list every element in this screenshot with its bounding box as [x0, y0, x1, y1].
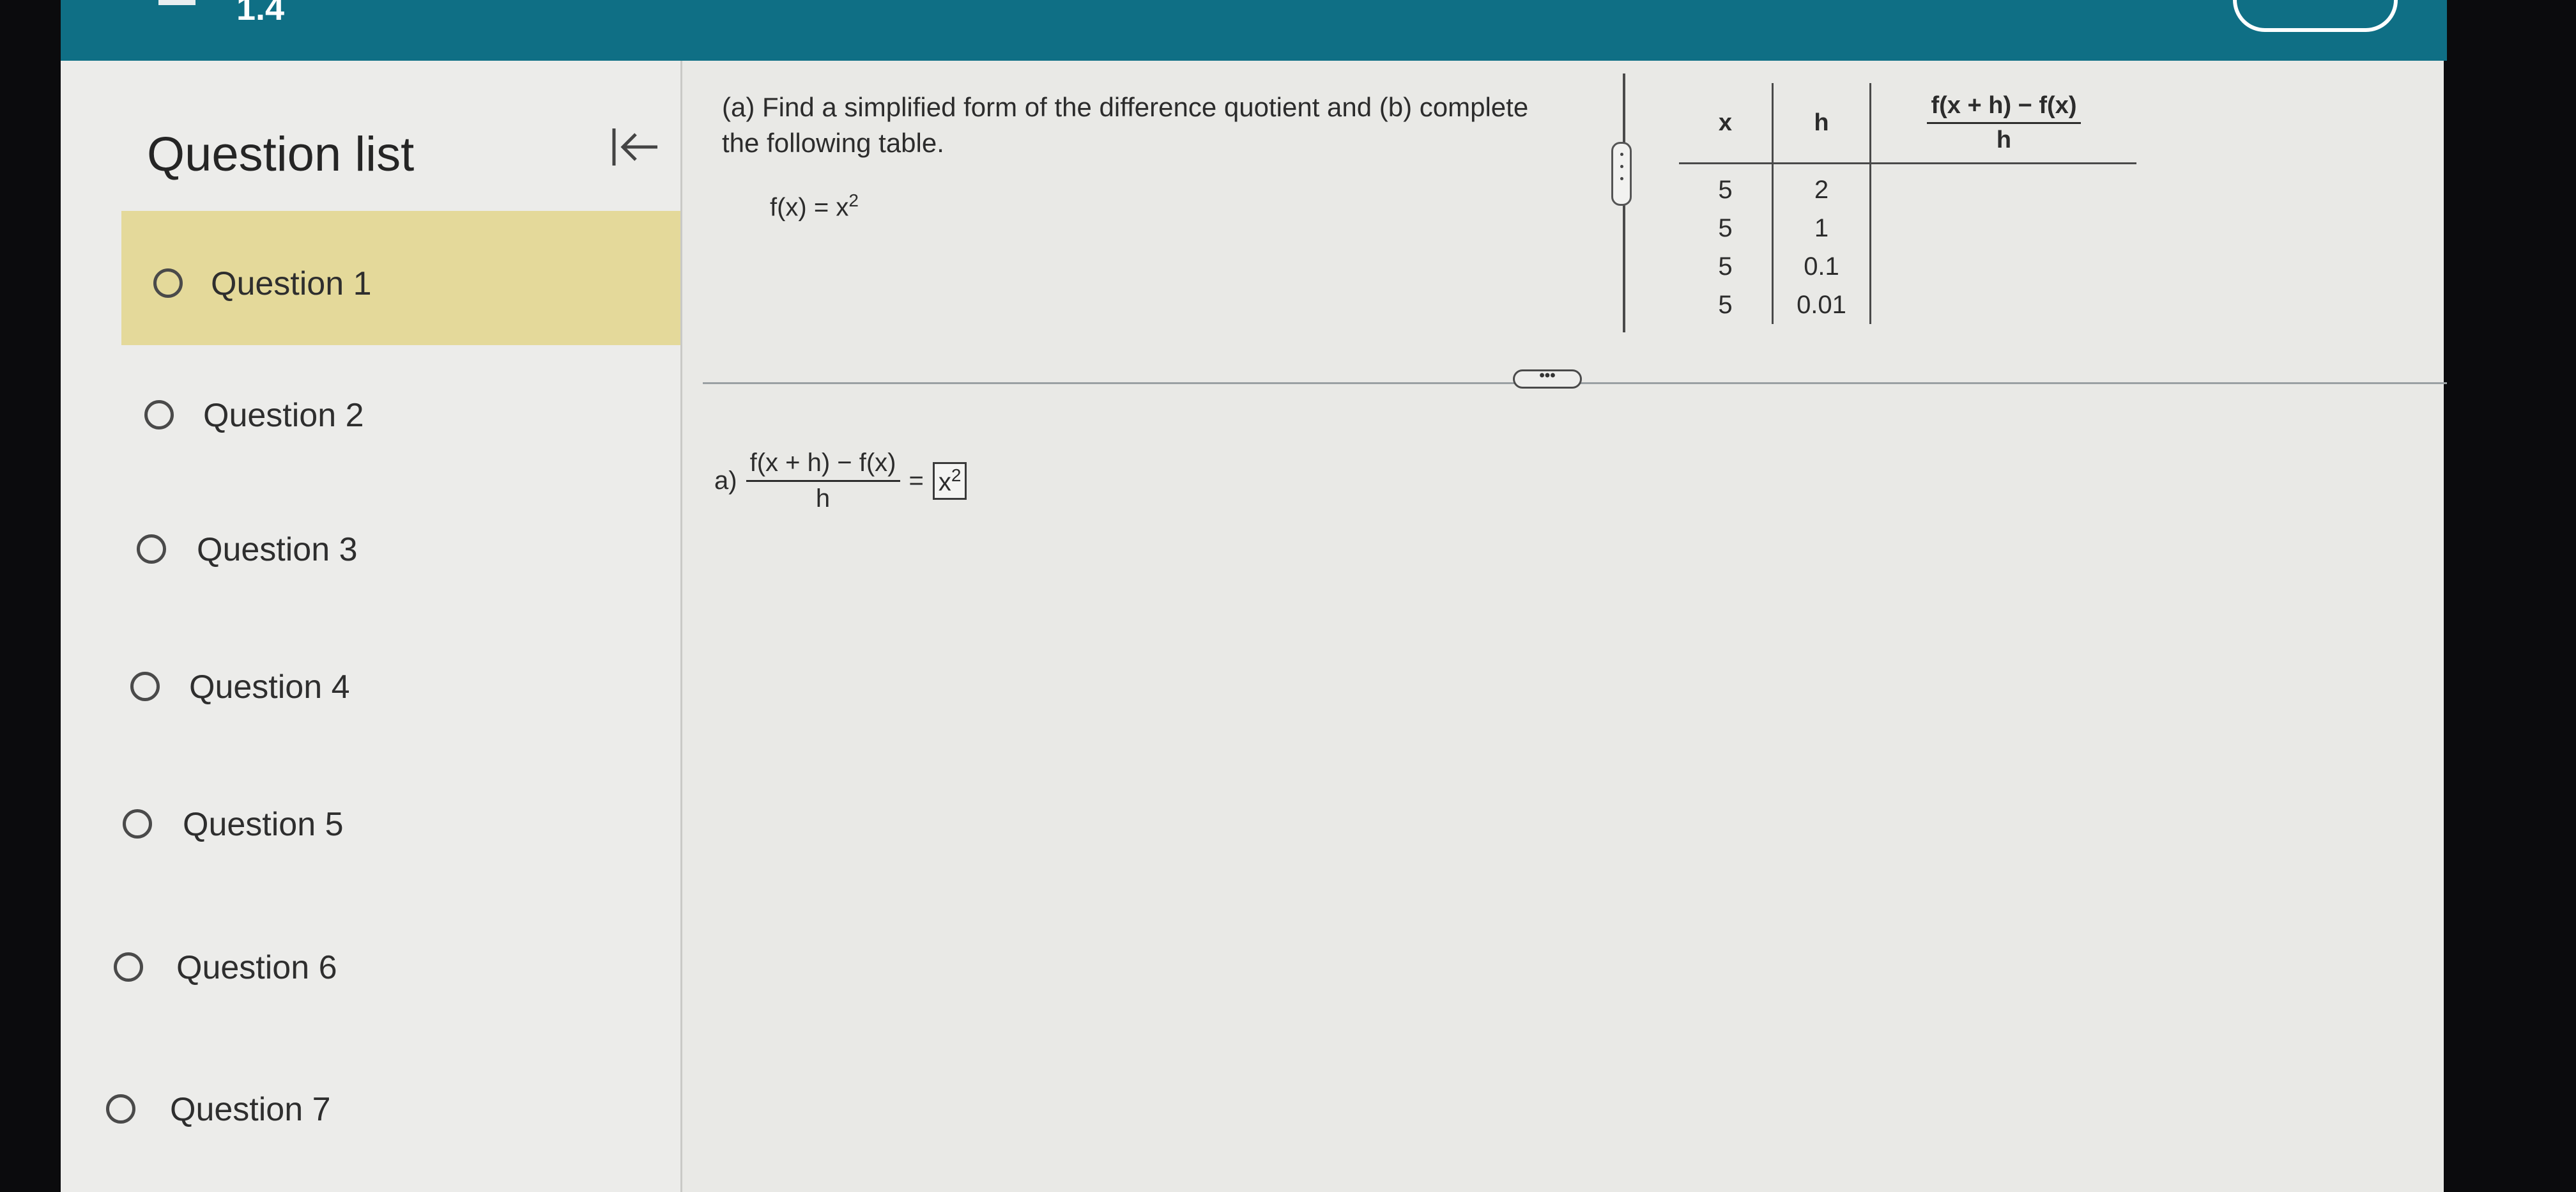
cell-quotient[interactable] — [1871, 247, 2137, 286]
sidebar-item-label: Question 7 — [170, 1091, 331, 1128]
table-row: 5 1 — [1679, 209, 2136, 247]
table-header-h: h — [1772, 83, 1871, 164]
difference-quotient-table: x h f(x + h) − f(x) h 5 2 5 1 5 0.1 5 0.… — [1679, 83, 2136, 324]
answer-quotient-numerator: f(x + h) − f(x) — [746, 449, 900, 482]
prompt-line-2: the following table. — [722, 128, 944, 158]
pane-resize-handle[interactable] — [1611, 142, 1632, 206]
header-quotient-numerator: f(x + h) − f(x) — [1927, 92, 2081, 124]
table-row: 5 0.1 — [1679, 247, 2136, 286]
unanswered-circle-icon — [137, 534, 166, 564]
sidebar-item-label: Question 6 — [176, 949, 337, 986]
cell-x: 5 — [1718, 290, 1733, 319]
prompt-line-1: (a) Find a simplified form of the differ… — [722, 92, 1529, 122]
function-base: f(x) = x — [770, 193, 849, 222]
unanswered-circle-icon — [114, 952, 143, 982]
top-bar — [61, 0, 2447, 61]
unanswered-circle-icon — [130, 672, 160, 701]
question-prompt: (a) Find a simplified form of the differ… — [722, 89, 1528, 161]
expand-more-button[interactable]: ••• — [1513, 368, 1582, 389]
sidebar-item-label: Question 1 — [211, 265, 372, 302]
table-row: 5 0.01 — [1679, 286, 2136, 324]
sidebar-item-question-5[interactable]: Question 5 — [115, 767, 677, 895]
sidebar-item-label: Question 5 — [183, 806, 344, 843]
menu-dash — [158, 0, 195, 5]
answer-input[interactable]: x2 — [932, 461, 967, 500]
table-header-quotient: f(x + h) − f(x) h — [1870, 83, 2136, 164]
unanswered-circle-icon — [144, 400, 174, 430]
unanswered-circle-icon — [153, 268, 183, 298]
table-header-x: x — [1679, 83, 1773, 164]
cell-x: 5 — [1718, 213, 1733, 242]
cell-quotient[interactable] — [1871, 164, 2137, 210]
save-button[interactable] — [2233, 0, 2398, 32]
question-list-title: Question list — [147, 127, 415, 182]
cell-h: 0.1 — [1772, 247, 1871, 286]
sidebar-item-label: Question 3 — [197, 531, 358, 568]
sidebar-item-question-7[interactable]: Question 7 — [102, 1048, 664, 1176]
section-title: 1.4 — [236, 0, 285, 27]
cell-h: 1 — [1772, 209, 1871, 247]
function-definition: f(x) = x2 — [770, 190, 859, 222]
answer-value-base: x — [938, 468, 951, 497]
sidebar-item-question-3[interactable]: Question 3 — [121, 492, 684, 620]
answer-part-label: a) — [714, 467, 737, 495]
sidebar-item-question-6[interactable]: Question 6 — [109, 908, 671, 1035]
sidebar-item-question-1[interactable]: Question 1 — [121, 211, 680, 345]
answer-value-exponent: 2 — [951, 465, 962, 485]
equals-sign: = — [908, 467, 924, 495]
cell-quotient[interactable] — [1871, 209, 2137, 247]
cell-x: 5 — [1718, 175, 1733, 204]
cell-x: 5 — [1718, 252, 1733, 281]
sidebar-item-label: Question 4 — [189, 669, 350, 706]
answer-quotient: f(x + h) − f(x) h — [746, 449, 900, 513]
cell-h: 2 — [1772, 163, 1871, 209]
cell-quotient[interactable] — [1871, 286, 2137, 324]
answer-part-a: a) f(x + h) − f(x) h = x2 — [714, 449, 967, 513]
sidebar-item-question-4[interactable]: Question 4 — [121, 630, 684, 757]
collapse-sidebar-icon[interactable] — [610, 125, 661, 169]
unanswered-circle-icon — [106, 1094, 135, 1124]
answer-quotient-denominator: h — [815, 484, 831, 513]
cell-h: 0.01 — [1772, 286, 1871, 324]
header-quotient-denominator: h — [1996, 126, 2012, 153]
sidebar-item-question-2[interactable]: Question 2 — [121, 358, 684, 486]
function-exponent: 2 — [848, 190, 859, 210]
table-row: 5 2 — [1679, 163, 2137, 210]
unanswered-circle-icon — [123, 809, 152, 839]
sidebar-item-label: Question 2 — [203, 397, 364, 434]
